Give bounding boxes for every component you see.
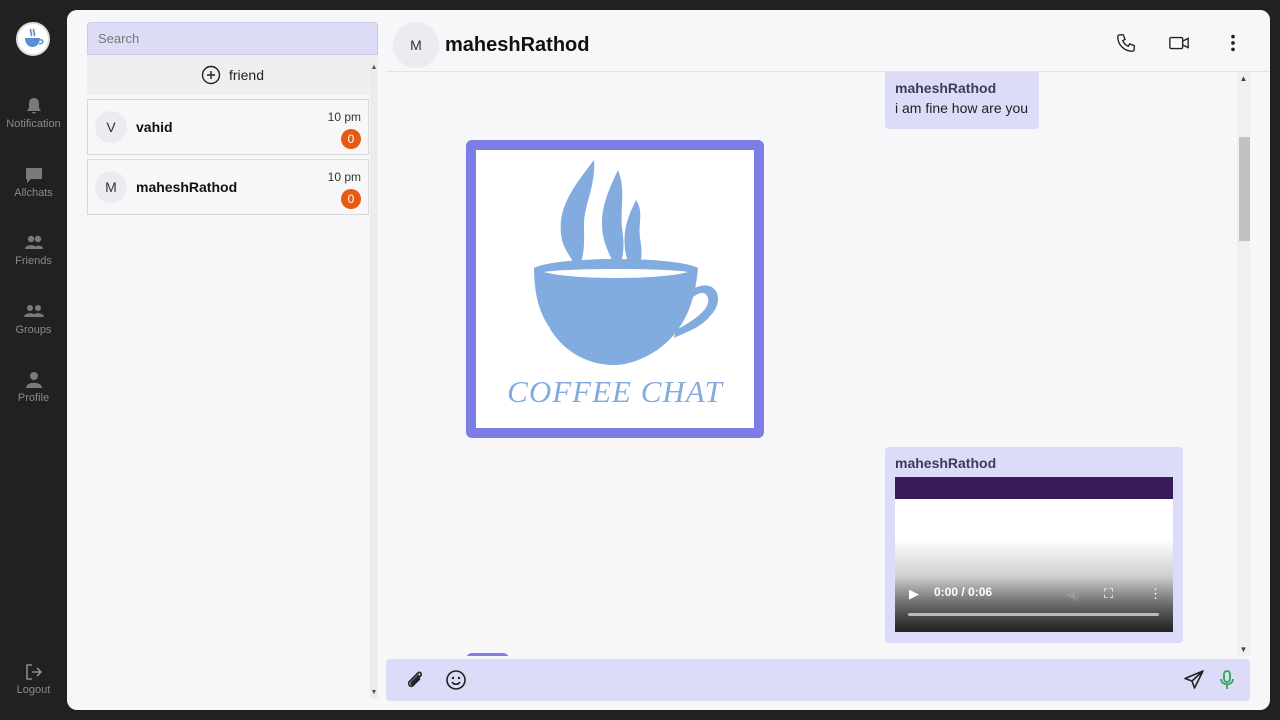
logout-icon xyxy=(25,664,42,680)
chat-icon xyxy=(25,168,42,183)
scroll-up-arrow-icon[interactable]: ▲ xyxy=(370,64,378,71)
image-message[interactable]: COFFEE CHAT xyxy=(466,140,764,438)
contacts-sidebar: friend V vahid 10 pm 0 M maheshRathod 10… xyxy=(87,22,378,698)
video-thumbnail-bar xyxy=(895,477,1173,499)
avatar: V xyxy=(95,111,127,143)
nav-notification[interactable]: Notification xyxy=(0,96,67,130)
play-icon[interactable]: ▶ xyxy=(909,586,919,602)
nav-label: Allchats xyxy=(14,187,53,199)
contact-item-vahid[interactable]: V vahid 10 pm 0 xyxy=(87,99,369,155)
nav-groups[interactable]: Groups xyxy=(0,302,67,336)
chat-title: maheshRathod xyxy=(445,34,590,56)
microphone-icon[interactable] xyxy=(1215,668,1239,692)
phone-icon[interactable] xyxy=(1115,32,1137,54)
message-list: maheshRathod i am fine how are you COFFE… xyxy=(386,72,1250,656)
fullscreen-icon[interactable]: ⛶ xyxy=(1104,586,1113,602)
partial-message xyxy=(466,653,509,656)
video-message: maheshRathod ▶ 0:00 / 0:06 ◀) ⛶ ⋮ xyxy=(885,447,1183,643)
message-sender: maheshRathod xyxy=(895,80,997,96)
group-icon xyxy=(23,305,44,317)
more-vertical-icon[interactable] xyxy=(1222,32,1244,54)
contact-item-maheshrathod[interactable]: M maheshRathod 10 pm 0 xyxy=(87,159,369,215)
avatar: M xyxy=(95,171,127,203)
nav-rail: Notification Allchats Friends Groups Pro… xyxy=(0,0,67,720)
nav-label: Groups xyxy=(15,324,52,336)
bell-icon xyxy=(26,98,41,114)
message-composer xyxy=(386,659,1250,701)
add-friend-button[interactable]: friend xyxy=(87,55,378,95)
contact-name: vahid xyxy=(136,119,173,135)
emoji-icon[interactable] xyxy=(444,668,468,692)
message-bubble: maheshRathod i am fine how are you xyxy=(885,72,1039,129)
image-caption: COFFEE CHAT xyxy=(507,374,723,409)
video-progress-track[interactable] xyxy=(908,613,1159,616)
video-time: 0:00 / 0:06 xyxy=(934,585,993,599)
chat-avatar[interactable]: M xyxy=(393,22,439,68)
video-player[interactable]: ▶ 0:00 / 0:06 ◀) ⛶ ⋮ xyxy=(895,477,1173,632)
nav-label: Notification xyxy=(6,118,61,130)
coffee-logo-icon xyxy=(534,160,719,365)
nav-label: Friends xyxy=(15,255,52,267)
sidebar-scrollbar[interactable]: ▲ ▼ xyxy=(370,62,378,698)
scroll-down-arrow-icon[interactable]: ▼ xyxy=(370,689,378,696)
scroll-down-arrow-icon[interactable]: ▼ xyxy=(1237,645,1250,654)
logout-button[interactable]: Logout xyxy=(0,662,67,696)
nav-allchats[interactable]: Allchats xyxy=(0,165,67,199)
message-sender: maheshRathod xyxy=(895,455,997,471)
main-panel: friend V vahid 10 pm 0 M maheshRathod 10… xyxy=(67,10,1270,710)
message-input[interactable] xyxy=(478,665,1168,695)
user-icon xyxy=(25,372,42,388)
chat-header: M maheshRathod xyxy=(386,10,1270,72)
contact-name: maheshRathod xyxy=(136,179,238,195)
scroll-up-arrow-icon[interactable]: ▲ xyxy=(1237,74,1250,83)
unread-badge: 0 xyxy=(341,129,361,149)
chat-scrollbar[interactable]: ▲ ▼ xyxy=(1237,72,1250,656)
video-call-icon[interactable] xyxy=(1168,32,1190,54)
video-more-icon[interactable]: ⋮ xyxy=(1149,586,1162,602)
contact-time: 10 pm xyxy=(327,170,361,184)
logout-label: Logout xyxy=(16,684,51,696)
contact-time: 10 pm xyxy=(327,110,361,124)
app-logo[interactable] xyxy=(16,22,50,56)
message-text: i am fine how are you xyxy=(895,100,1029,116)
nav-label: Profile xyxy=(17,392,50,404)
volume-icon[interactable]: ◀) xyxy=(1065,586,1079,602)
add-friend-label: friend xyxy=(228,67,265,83)
search-input[interactable] xyxy=(87,22,378,55)
scroll-thumb[interactable] xyxy=(1239,137,1250,241)
attachment-icon[interactable] xyxy=(403,668,427,692)
nav-friends[interactable]: Friends xyxy=(0,233,67,267)
unread-badge: 0 xyxy=(341,189,361,209)
users-icon xyxy=(24,235,43,249)
nav-profile[interactable]: Profile xyxy=(0,370,67,404)
chat-panel: M maheshRathod maheshRathod i am fine ho… xyxy=(386,10,1270,710)
coffee-cup-icon xyxy=(25,28,44,47)
image-content: COFFEE CHAT xyxy=(476,150,754,428)
send-icon[interactable] xyxy=(1182,668,1206,692)
plus-circle-icon xyxy=(201,65,221,85)
